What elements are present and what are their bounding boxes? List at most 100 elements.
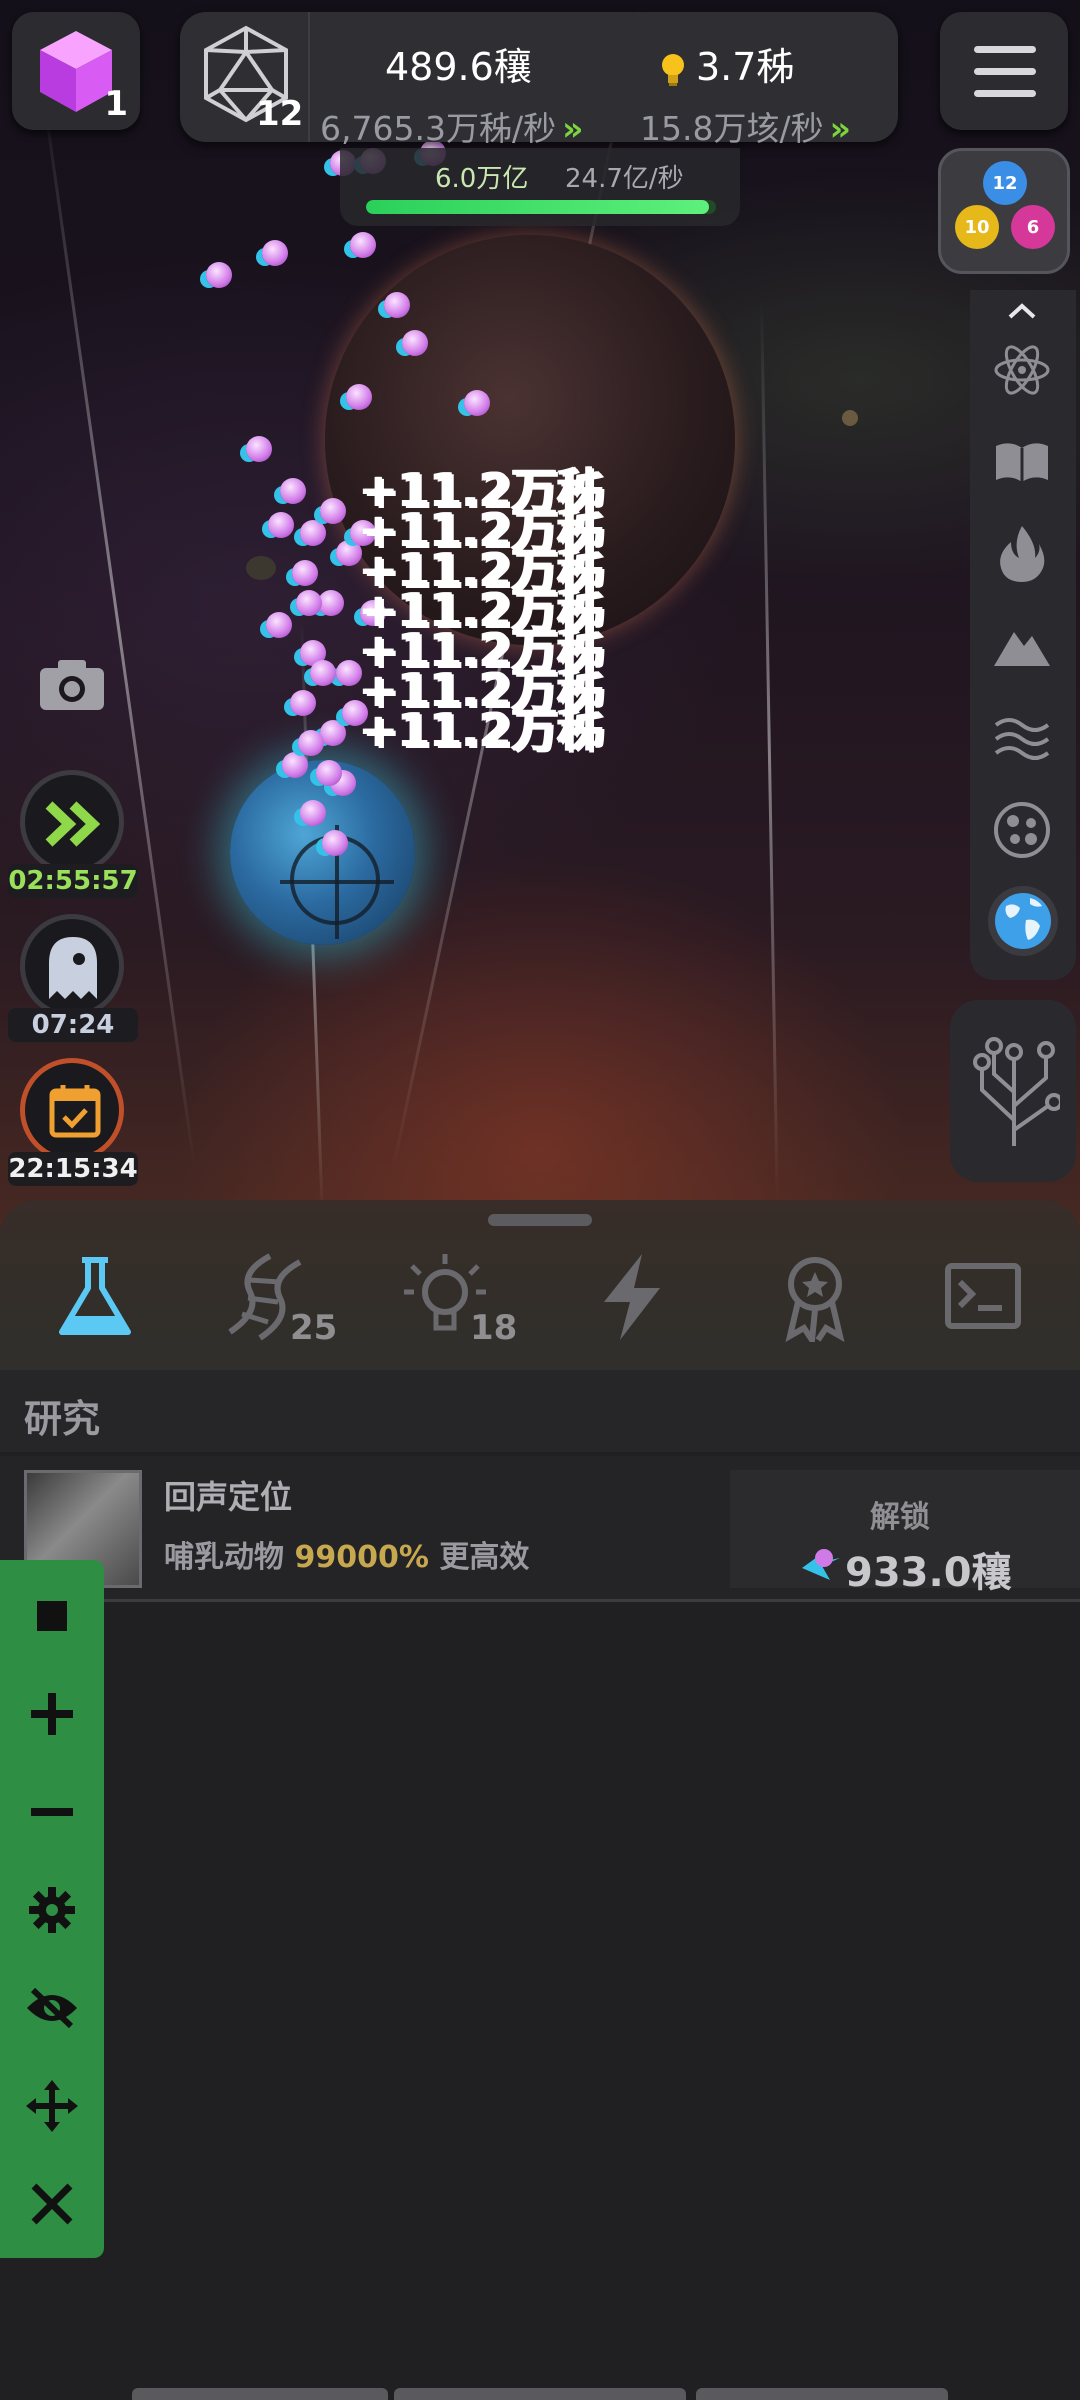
ship-icon <box>300 520 326 546</box>
orbs-button[interactable]: 12 10 6 <box>938 148 1070 274</box>
calendar-reward-timer: 22:15:34 <box>8 1152 138 1186</box>
stop-icon[interactable] <box>22 1586 82 1646</box>
chevron-up-icon[interactable] <box>990 296 1054 326</box>
prestige-cube-button[interactable]: 1 <box>12 12 140 130</box>
research-name: 回声定位 <box>164 1478 293 1516</box>
unlock-label: 解锁 <box>870 1500 930 1535</box>
tree-icon <box>973 1037 1060 1146</box>
asteroid <box>842 410 858 426</box>
unlock-button[interactable]: 解锁 933.0穰 <box>730 1470 1080 1596</box>
ship-icon <box>320 498 346 524</box>
bulb-rate: 15.8万垓/秒» <box>640 109 851 148</box>
ship-icon <box>296 590 322 616</box>
calendar-icon <box>49 1085 101 1138</box>
fast-forward-icon <box>45 801 101 847</box>
ship-icon <box>206 262 232 288</box>
minus-icon[interactable] <box>22 1782 82 1842</box>
floating-income-text: +11.2万秭 +11.2万秭 +11.2万秭 +11.2万秭 +11.2万秭 … <box>360 463 605 757</box>
bottom-indicator <box>132 2388 388 2400</box>
gear-icon[interactable] <box>22 1880 82 1940</box>
fast-forward-icon: » <box>562 109 584 148</box>
ghost-boost-timer: 07:24 <box>8 1008 138 1042</box>
tab-console[interactable] <box>940 1252 1050 1352</box>
sub-rate: 24.7亿/秒 <box>565 164 684 194</box>
section-header: 研究 <box>0 1370 1080 1452</box>
ship-icon <box>298 730 324 756</box>
flame-icon[interactable] <box>990 522 1054 586</box>
ship-icon <box>316 760 342 786</box>
drag-handle[interactable] <box>488 1214 592 1226</box>
sub-value: 6.0万亿 <box>435 164 529 194</box>
tab-ideas[interactable]: 18 <box>400 1252 517 1352</box>
tab-bar: 25 18 <box>0 1200 1080 1370</box>
calendar-reward-button[interactable] <box>20 1058 124 1162</box>
mountain-icon[interactable] <box>990 614 1054 678</box>
cube-count: 1 <box>104 84 128 124</box>
bottom-indicator <box>394 2388 686 2400</box>
bulb-resource: 3.7秭 <box>660 36 794 91</box>
progress-fill <box>366 200 709 214</box>
speed-boost-button[interactable] <box>20 770 124 874</box>
ship-icon <box>322 830 348 856</box>
bulb-resource-value: 3.7秭 <box>696 45 795 89</box>
ship-icon <box>290 690 316 716</box>
speed-boost-timer: 02:55:57 <box>8 864 138 898</box>
orb-pink: 6 <box>1011 205 1055 249</box>
fast-forward-icon: » <box>829 109 851 148</box>
menu-button[interactable] <box>940 12 1068 130</box>
ship-icon <box>336 660 362 686</box>
cells-icon[interactable] <box>990 798 1054 862</box>
ideas-badge: 18 <box>470 1308 518 1348</box>
ship-icon <box>464 390 490 416</box>
camera-icon[interactable] <box>38 656 106 712</box>
hamburger-icon <box>974 46 1036 53</box>
lightning-icon <box>604 1254 660 1340</box>
unlock-cost: 933.0穰 <box>845 1550 1012 1596</box>
light-beam <box>760 299 779 1200</box>
ship-icon <box>292 560 318 586</box>
skill-tree-button[interactable] <box>950 1000 1076 1182</box>
eye-off-icon[interactable] <box>22 1978 82 2038</box>
category-rail <box>970 290 1076 980</box>
tab-energy[interactable] <box>580 1252 690 1352</box>
atom-icon[interactable] <box>990 338 1054 402</box>
flask-icon <box>59 1257 131 1335</box>
tab-dna[interactable]: 25 <box>220 1252 337 1352</box>
floating-toolbar <box>0 1560 104 2258</box>
divider <box>308 12 310 142</box>
resource-panel: 12 489.6穰 3.7秭 6,765.3万秭/秒» 15.8万垓/秒» <box>180 12 898 148</box>
ship-icon <box>384 292 410 318</box>
plus-icon[interactable] <box>22 1684 82 1744</box>
hamburger-icon <box>974 90 1036 97</box>
ghost-boost-button[interactable] <box>20 914 124 1018</box>
ship-icon <box>310 660 336 686</box>
ship-icon <box>266 612 292 638</box>
ship-icon <box>280 478 306 504</box>
dna-badge: 25 <box>290 1308 338 1348</box>
book-icon[interactable] <box>990 430 1054 494</box>
globe-icon[interactable] <box>988 886 1058 956</box>
d20-count: 12 <box>256 94 304 134</box>
ship-icon <box>268 512 294 538</box>
research-percent: 99000% <box>294 1540 429 1575</box>
tab-achievements[interactable] <box>760 1252 870 1352</box>
progress-bar <box>366 200 716 214</box>
award-icon <box>785 1257 845 1342</box>
asteroid <box>246 556 276 580</box>
ship-currency-icon <box>802 1549 840 1580</box>
research-description: 哺乳动物 99000% 更高效 <box>164 1540 530 1575</box>
ship-icon <box>402 330 428 356</box>
ghost-icon <box>49 937 97 999</box>
waves-icon[interactable] <box>990 706 1054 770</box>
bottom-indicator <box>696 2388 948 2400</box>
terminal-icon <box>945 1263 1021 1329</box>
main-rate: 6,765.3万秭/秒» <box>320 109 584 148</box>
close-icon[interactable] <box>22 2174 82 2234</box>
move-icon[interactable] <box>22 2076 82 2136</box>
ship-icon <box>282 752 308 778</box>
research-item[interactable]: 回声定位 哺乳动物 99000% 更高效 解锁 933.0穰 <box>0 1456 1080 1602</box>
tab-research[interactable] <box>40 1252 150 1352</box>
section-title: 研究 <box>24 1397 101 1441</box>
hamburger-icon <box>974 68 1036 75</box>
lightbulb-icon <box>662 53 684 86</box>
